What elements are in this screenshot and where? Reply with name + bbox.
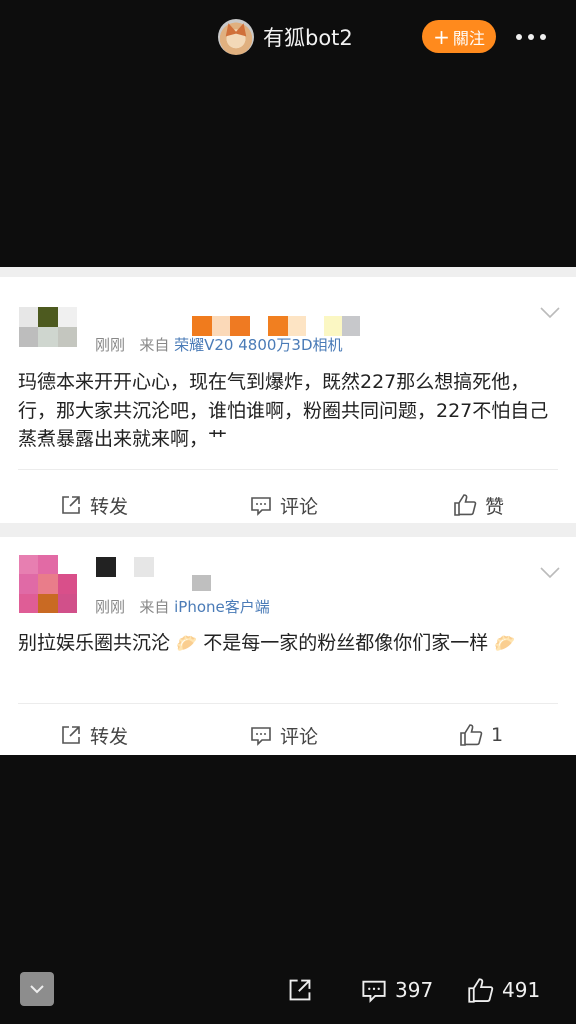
share-icon [289,979,311,1001]
chevron-down-icon[interactable] [540,567,560,579]
like-button[interactable]: 491 [467,975,540,1005]
comment-meta: 刚刚 来自 iPhone客户端 [95,596,270,617]
username-pixelated[interactable] [96,557,154,577]
username-pixelated [192,575,211,591]
like-button[interactable]: 赞 [453,485,504,525]
comments-panel: 刚刚 来自 荣耀V20 4800万3D相机 玛德本来开开心心，现在气到爆炸，既然… [0,267,576,755]
comment-icon [251,497,271,516]
divider [18,703,558,704]
like-count: 491 [502,978,541,1002]
dumpling-emoji-icon: 🥟 [176,634,198,654]
username[interactable]: 有狐bot2 [263,24,353,52]
comment-text-part1: 别拉娱乐圈共沉沦 [18,632,171,654]
comment-count: 397 [395,978,434,1002]
comment-text: 别拉娱乐圈共沉沦 🥟 不是每一家的粉丝都像你们家一样 🥟 [18,629,563,659]
comment-card: 刚刚 来自 荣耀V20 4800万3D相机 玛德本来开开心心，现在气到爆炸，既然… [0,277,576,523]
comment-label: 评论 [280,495,319,518]
comment-actions: 转发 评论 1 [0,715,576,755]
avatar[interactable] [19,555,77,613]
comment-source[interactable]: 荣耀V20 4800万3D相机 [174,336,342,354]
like-button[interactable]: 1 [459,715,503,755]
chevron-down-icon [30,985,44,994]
comment-from: 来自 [139,598,170,616]
comment-icon [251,727,271,746]
repost-button[interactable]: 转发 [60,485,128,525]
chevron-down-icon[interactable] [540,307,560,319]
comment-card: 刚刚 来自 iPhone客户端 别拉娱乐圈共沉沦 🥟 不是每一家的粉丝都像你们家… [0,537,576,755]
plus-icon: + [433,24,450,49]
comment-time: 刚刚 [95,336,126,354]
thumbs-up-icon [468,977,494,1003]
bottom-toolbar: 397 491 [0,960,576,1020]
comments-button[interactable]: 397 [361,975,433,1005]
follow-button[interactable]: + 關注 [422,20,496,53]
comment-time: 刚刚 [95,598,126,616]
thumbs-up-icon [460,724,483,746]
comment-button[interactable]: 评论 [250,485,318,525]
repost-label: 转发 [90,495,129,518]
fox-avatar-icon[interactable] [218,19,254,55]
comment-text: 玛德本来开开心心，现在气到爆炸，既然227那么想搞死他，行，那大家共沉沦吧，谁怕… [18,371,549,450]
follow-label: 關注 [452,28,485,48]
share-button[interactable] [287,975,313,1005]
username-pixelated[interactable] [192,316,360,336]
repost-label: 转发 [90,725,129,748]
comment-button[interactable]: 评论 [250,715,318,755]
like-label: 赞 [485,495,505,518]
comment-from: 来自 [139,336,170,354]
comment-source[interactable]: iPhone客户端 [174,598,270,616]
comment-icon [362,980,386,1003]
share-icon [62,496,80,514]
dumpling-emoji-icon: 🥟 [494,634,516,654]
comment-meta: 刚刚 来自 荣耀V20 4800万3D相机 [95,334,343,355]
comment-text-part2: 不是每一家的粉丝都像你们家一样 [197,632,489,654]
collapse-button[interactable] [20,972,54,1006]
comment-actions: 转发 评论 赞 [0,485,576,525]
avatar[interactable] [19,307,77,347]
post-header: 有狐bot2 + 關注 [0,0,576,76]
divider [18,469,558,470]
like-count: 1 [491,724,504,746]
repost-button[interactable]: 转发 [60,715,128,755]
thumbs-up-icon [454,494,477,516]
comment-label: 评论 [280,725,319,748]
more-dots-icon[interactable] [516,28,556,46]
share-icon [62,726,80,744]
